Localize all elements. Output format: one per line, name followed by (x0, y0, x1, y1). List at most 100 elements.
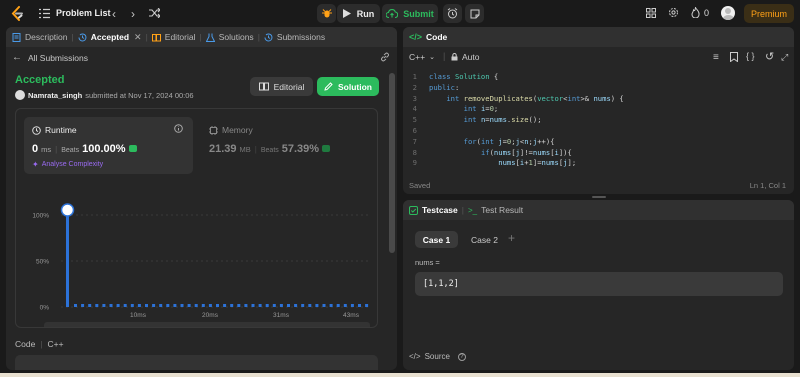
chart-bar (265, 304, 269, 307)
code-line: 7 for(int j=0;j<n;j++){ (412, 136, 555, 146)
chart-bar (180, 304, 184, 307)
medal-icon (322, 145, 331, 152)
close-tab-icon[interactable]: ✕ (134, 32, 142, 43)
y-tick-label: 50% (36, 259, 49, 266)
case-1-tab[interactable]: Case 1 (415, 231, 458, 248)
history-icon (78, 32, 87, 41)
chart-bar (223, 304, 227, 307)
prev-problem-icon[interactable]: ‹ (112, 7, 116, 21)
param-value: [1,1,2] (423, 279, 459, 289)
format-icon[interactable]: ≡ (713, 52, 719, 63)
left-tab-bar: Description | Accepted ✕ | Editorial | S… (6, 27, 397, 47)
tab-submissions[interactable]: Submissions (264, 32, 325, 42)
chart-bar (102, 304, 106, 307)
chart-bar (258, 304, 262, 307)
tab-test-result-label: Test Result (481, 205, 524, 215)
problem-list-icon[interactable] (39, 8, 50, 19)
vertical-resize-handle[interactable] (592, 196, 606, 198)
timer-button[interactable] (443, 4, 462, 23)
book-icon (151, 33, 161, 41)
runtime-distribution-chart[interactable]: 100% 50% 0% 10ms 20ms 31ms 43ms (16, 182, 377, 327)
case-2-label: Case 2 (471, 234, 498, 245)
runtime-box[interactable]: Runtime 0 ms | Beats 100.00% ✦ Analyse C… (24, 117, 193, 174)
language-select[interactable]: C++ ⌄ (409, 52, 435, 62)
leetcode-logo[interactable] (11, 6, 24, 21)
tab-accepted[interactable]: Accepted ✕ (78, 32, 142, 43)
runtime-unit: ms (41, 145, 52, 154)
editorial-button[interactable]: Editorial (250, 77, 313, 96)
source-link[interactable]: </> Source ? (409, 352, 466, 361)
analyse-label: Analyse Complexity (41, 161, 104, 168)
add-case-icon[interactable]: + (508, 231, 515, 245)
submitter-avatar (15, 90, 25, 100)
link-icon[interactable] (380, 52, 390, 64)
chart-bar (81, 304, 85, 307)
tab-solutions[interactable]: Solutions (205, 32, 254, 42)
code-line: 1 class Solution { (412, 72, 499, 81)
code-panel: </> Code C++ ⌄ | Auto ≡ { } ↺ ⤢ 1 class S… (403, 27, 794, 194)
reset-icon[interactable]: ↺ (765, 50, 774, 63)
layout-grid-icon[interactable] (646, 8, 656, 18)
premium-button[interactable]: Premium (744, 4, 794, 23)
analyse-complexity-link[interactable]: ✦ Analyse Complexity (32, 160, 103, 169)
description-icon (12, 32, 21, 42)
note-icon (470, 9, 479, 18)
submit-button[interactable]: Submit (382, 4, 438, 23)
code-preview-box[interactable]: class Solution { (15, 355, 378, 370)
next-problem-icon[interactable]: › (131, 7, 135, 21)
back-to-submissions[interactable]: ← All Submissions (12, 52, 88, 63)
chart-bar (350, 304, 354, 307)
submitter-name[interactable]: Namrata_singh (28, 91, 82, 100)
chart-bar (315, 304, 319, 307)
chart-bar (201, 304, 205, 307)
help-icon[interactable]: ? (457, 352, 466, 361)
memory-unit: MB (239, 145, 251, 154)
fire-streak-icon[interactable] (691, 7, 700, 18)
source-label: Source (424, 352, 450, 361)
problem-list-link[interactable]: Problem List (56, 8, 111, 18)
terminal-icon: >_ (467, 205, 478, 215)
expand-icon[interactable]: ⤢ (781, 52, 788, 63)
chevron-down-icon: ⌄ (429, 54, 435, 61)
solution-button[interactable]: Solution (317, 77, 379, 96)
notes-button[interactable] (465, 4, 484, 23)
performance-card: Runtime 0 ms | Beats 100.00% ✦ Analyse C… (15, 108, 378, 328)
editorial-button-label: Editorial (273, 81, 305, 92)
left-scrollbar[interactable] (389, 67, 395, 367)
tab-editorial-label: Editorial (164, 32, 196, 42)
settings-gear-icon[interactable] (668, 7, 679, 18)
code-line: 5 int n=nums.size(); (412, 115, 542, 125)
run-button[interactable]: Run (337, 4, 380, 23)
user-avatar[interactable] (721, 6, 735, 20)
code-editor[interactable]: 1 class Solution { 2 public: 3 int removeD… (403, 72, 794, 172)
testcase-tab-bar: Testcase | >_ Test Result (403, 200, 794, 220)
param-input[interactable]: [1,1,2] (415, 272, 783, 296)
history-icon (264, 32, 273, 41)
y-tick-label: 100% (32, 213, 49, 220)
braces-icon[interactable]: { } (746, 51, 755, 61)
chart-bar (187, 304, 191, 307)
tab-test-result[interactable]: >_ Test Result (468, 205, 523, 215)
runtime-beats-label: Beats (61, 147, 80, 154)
case-2-tab[interactable]: Case 2 (463, 231, 506, 248)
memory-box[interactable]: Memory 21.39 MB | Beats 57.39% (201, 117, 371, 174)
chart-bar (358, 304, 361, 307)
chart-bar (365, 304, 369, 307)
bookmark-icon[interactable] (730, 52, 738, 62)
tab-submissions-label: Submissions (276, 32, 326, 42)
chart-bar (308, 304, 312, 307)
debug-button[interactable] (317, 4, 336, 23)
code-line: 6 (412, 125, 417, 135)
memory-beats-label: Beats (260, 147, 279, 154)
chart-bar (130, 304, 134, 307)
language-value: C++ (409, 52, 426, 62)
tab-editorial[interactable]: Editorial (151, 32, 196, 42)
tab-accepted-label: Accepted (90, 32, 130, 42)
submit-label: Submit (403, 8, 434, 19)
x-tick-label: 43ms (343, 312, 360, 319)
auto-mode-toggle[interactable]: Auto (451, 52, 480, 62)
tab-testcase[interactable]: Testcase (409, 205, 458, 215)
info-icon[interactable] (174, 124, 183, 135)
tab-description[interactable]: Description (12, 32, 68, 42)
shuffle-icon[interactable] (149, 8, 160, 18)
